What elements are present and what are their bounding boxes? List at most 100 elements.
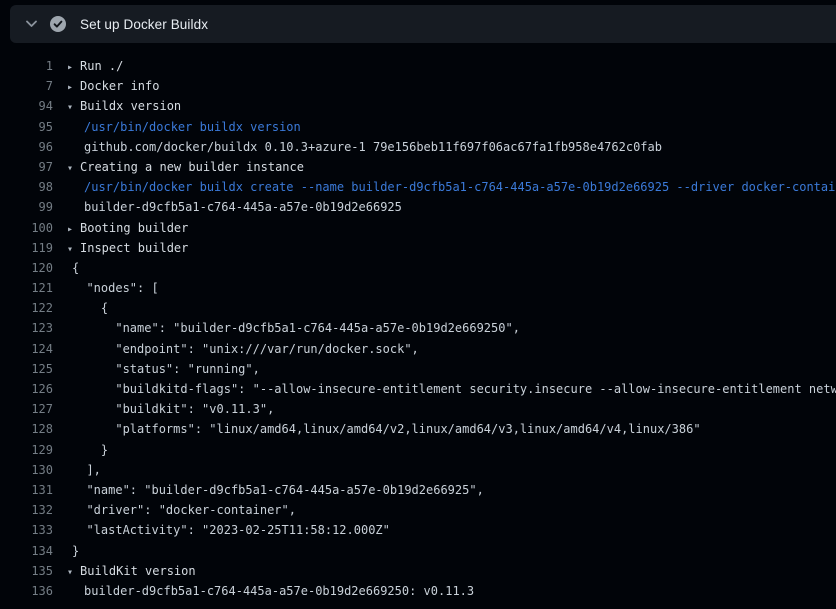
log-group-row[interactable]: 1▸Run ./: [0, 56, 836, 76]
line-number[interactable]: 96: [0, 137, 53, 157]
caret-right-icon[interactable]: ▸: [67, 78, 80, 96]
line-number[interactable]: 129: [0, 440, 53, 460]
output-text: ],: [72, 463, 101, 477]
line-number[interactable]: 128: [0, 419, 53, 439]
output-text: builder-d9cfb5a1-c764-445a-a57e-0b19d2e6…: [72, 584, 474, 598]
line-number[interactable]: 122: [0, 298, 53, 318]
line-number[interactable]: 97: [0, 157, 53, 177]
log-lines: 1▸Run ./7▸Docker info94▾Buildx version95…: [0, 43, 836, 601]
line-number[interactable]: 134: [0, 541, 53, 561]
line-number[interactable]: 131: [0, 480, 53, 500]
log-text-row: 99 builder-d9cfb5a1-c764-445a-a57e-0b19d2…: [0, 197, 836, 217]
log-text-row: 121 "nodes": [: [0, 278, 836, 298]
log-line-content: /usr/bin/docker buildx version: [53, 117, 836, 137]
line-number[interactable]: 133: [0, 520, 53, 540]
step-header[interactable]: Set up Docker Buildx: [10, 5, 836, 43]
group-title: Creating a new builder instance: [80, 160, 304, 174]
output-text: "buildkit": "v0.11.3",: [72, 402, 274, 416]
output-text: "platforms": "linux/amd64,linux/amd64/v2…: [72, 422, 701, 436]
log-line-content: }: [53, 541, 836, 561]
line-number[interactable]: 94: [0, 96, 53, 116]
log-text-row: 133 "lastActivity": "2023-02-25T11:58:12…: [0, 520, 836, 540]
log-line-content: "nodes": [: [53, 278, 836, 298]
output-text: }: [72, 544, 79, 558]
log-text-row: 126 "buildkitd-flags": "--allow-insecure…: [0, 379, 836, 399]
caret-down-icon[interactable]: ▾: [67, 563, 80, 581]
log-line-content: ],: [53, 460, 836, 480]
line-number[interactable]: 126: [0, 379, 53, 399]
line-number[interactable]: 124: [0, 339, 53, 359]
line-number[interactable]: 125: [0, 359, 53, 379]
output-text: {: [72, 301, 108, 315]
log-line-content: ▾BuildKit version: [53, 561, 836, 581]
log-line-content: ▾Buildx version: [53, 96, 836, 116]
log-group-row[interactable]: 7▸Docker info: [0, 76, 836, 96]
line-number[interactable]: 100: [0, 218, 53, 238]
log-line-content: "buildkit": "v0.11.3",: [53, 399, 836, 419]
output-text: "name": "builder-d9cfb5a1-c764-445a-a57e…: [72, 321, 520, 335]
log-text-row: 134}: [0, 541, 836, 561]
line-number[interactable]: 1: [0, 56, 53, 76]
group-title: Inspect builder: [80, 241, 188, 255]
caret-down-icon[interactable]: ▾: [67, 98, 80, 116]
log-text-row: 128 "platforms": "linux/amd64,linux/amd6…: [0, 419, 836, 439]
line-number[interactable]: 121: [0, 278, 53, 298]
line-number[interactable]: 99: [0, 197, 53, 217]
log-line-content: "lastActivity": "2023-02-25T11:58:12.000…: [53, 520, 836, 540]
output-text: "driver": "docker-container",: [72, 503, 296, 517]
caret-down-icon[interactable]: ▾: [67, 240, 80, 258]
line-number[interactable]: 95: [0, 117, 53, 137]
group-title: Booting builder: [80, 221, 188, 235]
line-number[interactable]: 136: [0, 581, 53, 601]
output-text: "name": "builder-d9cfb5a1-c764-445a-a57e…: [72, 483, 484, 497]
log-text-row: 95/usr/bin/docker buildx version: [0, 117, 836, 137]
caret-down-icon[interactable]: ▾: [67, 159, 80, 177]
log-text-row: 96 github.com/docker/buildx 0.10.3+azure-…: [0, 137, 836, 157]
log-group-row[interactable]: 119▾Inspect builder: [0, 238, 836, 258]
log-line-content: "buildkitd-flags": "--allow-insecure-ent…: [53, 379, 836, 399]
log-line-content: /usr/bin/docker buildx create --name bui…: [53, 177, 836, 197]
log-text-row: 120 {: [0, 258, 836, 278]
log-text-row: 125 "status": "running",: [0, 359, 836, 379]
line-number[interactable]: 98: [0, 177, 53, 197]
log-text-row: 98/usr/bin/docker buildx create --name b…: [0, 177, 836, 197]
log-line-content: {: [53, 298, 836, 318]
chevron-down-icon[interactable]: [26, 20, 37, 28]
log-group-row[interactable]: 97▾Creating a new builder instance: [0, 157, 836, 177]
output-text: "nodes": [: [72, 281, 159, 295]
log-line-content: "name": "builder-d9cfb5a1-c764-445a-a57e…: [53, 480, 836, 500]
line-number[interactable]: 135: [0, 561, 53, 581]
log-text-row: 132 "driver": "docker-container",: [0, 500, 836, 520]
log-group-row[interactable]: 94▾Buildx version: [0, 96, 836, 116]
line-number[interactable]: 7: [0, 76, 53, 96]
log-line-content: ▾Inspect builder: [53, 238, 836, 258]
log-group-row[interactable]: 100▸Booting builder: [0, 218, 836, 238]
log-line-content: }: [53, 440, 836, 460]
caret-right-icon[interactable]: ▸: [67, 220, 80, 238]
output-text: github.com/docker/buildx 0.10.3+azure-1 …: [72, 140, 662, 154]
log-line-content: ▸Booting builder: [53, 218, 836, 238]
log-line-content: {: [53, 258, 836, 278]
output-text: "endpoint": "unix:///var/run/docker.sock…: [72, 342, 419, 356]
line-number[interactable]: 130: [0, 460, 53, 480]
output-text: "lastActivity": "2023-02-25T11:58:12.000…: [72, 523, 390, 537]
line-number[interactable]: 127: [0, 399, 53, 419]
log-group-row[interactable]: 135▾BuildKit version: [0, 561, 836, 581]
output-text: {: [72, 261, 79, 275]
output-text: builder-d9cfb5a1-c764-445a-a57e-0b19d2e6…: [72, 200, 402, 214]
log-text-row: 123 "name": "builder-d9cfb5a1-c764-445a-…: [0, 318, 836, 338]
log-line-content: ▾Creating a new builder instance: [53, 157, 836, 177]
log-line-content: "platforms": "linux/amd64,linux/amd64/v2…: [53, 419, 836, 439]
line-number[interactable]: 119: [0, 238, 53, 258]
caret-right-icon[interactable]: ▸: [67, 58, 80, 76]
output-text: }: [72, 443, 108, 457]
log-line-content: builder-d9cfb5a1-c764-445a-a57e-0b19d2e6…: [53, 581, 836, 601]
step-title: Set up Docker Buildx: [80, 17, 208, 32]
line-number[interactable]: 132: [0, 500, 53, 520]
command-text: /usr/bin/docker buildx create --name bui…: [72, 180, 836, 194]
log-line-content: "driver": "docker-container",: [53, 500, 836, 520]
line-number[interactable]: 123: [0, 318, 53, 338]
line-number[interactable]: 120: [0, 258, 53, 278]
log-text-row: 136 builder-d9cfb5a1-c764-445a-a57e-0b19d…: [0, 581, 836, 601]
log-text-row: 129 }: [0, 440, 836, 460]
